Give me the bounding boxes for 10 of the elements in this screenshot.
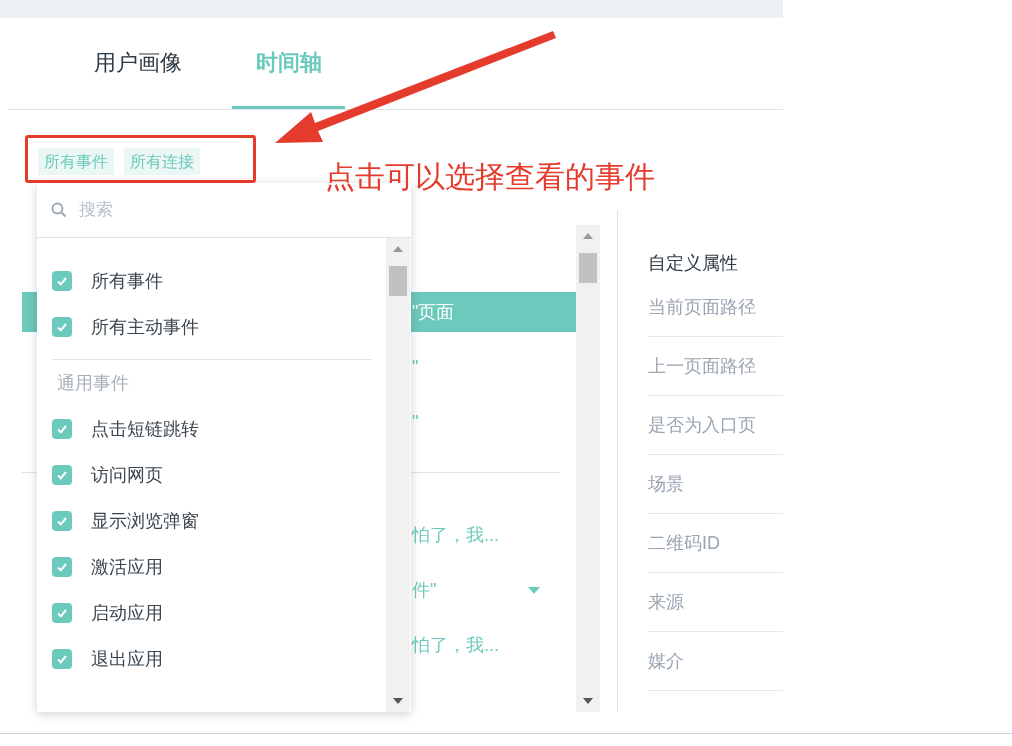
section-title: 自定义属性 [648, 251, 739, 275]
property-row: 当前页面路径 [648, 278, 783, 337]
property-row: 场景 [648, 455, 783, 514]
property-row: 媒介 [648, 632, 783, 691]
property-row: 来源 [648, 573, 783, 632]
annotation-caption: 点击可以选择查看的事件 [325, 159, 655, 195]
property-row: 上一页面路径 [648, 337, 783, 396]
property-row: 是否为入口页 [648, 396, 783, 455]
section-label: 通用事件 [57, 371, 129, 395]
property-row: 二维码ID [648, 514, 783, 573]
